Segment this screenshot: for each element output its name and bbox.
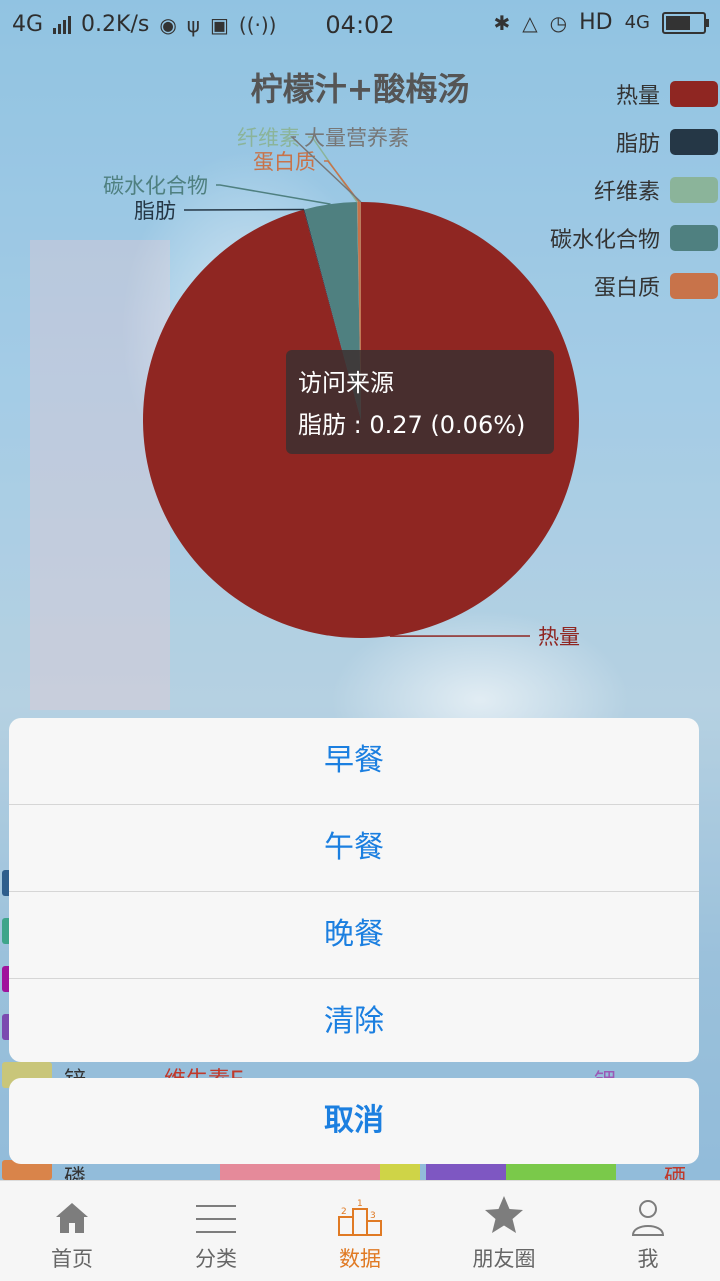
nav-me[interactable]: 我 <box>576 1181 720 1281</box>
star-icon <box>432 1181 576 1237</box>
tooltip-text: 脂肪 : 0.27 (0.06%) <box>298 404 554 446</box>
bg-chart-fragment <box>506 1162 616 1180</box>
legend-swatch <box>670 81 718 107</box>
svg-text:2: 2 <box>341 1207 347 1217</box>
meal-action-sheet: 早餐 午餐 晚餐 清除 <box>9 718 699 1062</box>
legend-item[interactable]: 蛋白质 <box>550 262 718 310</box>
bottom-nav: 首页 分类 1 2 3 数据 朋友圈 我 <box>0 1180 720 1281</box>
pie-label: 碳水化合物 <box>103 174 208 198</box>
legend-label: 热量 <box>616 78 660 110</box>
podium-icon: 1 2 3 <box>288 1181 432 1237</box>
legend-item[interactable]: 碳水化合物 <box>550 214 718 262</box>
clear-option[interactable]: 清除 <box>9 979 699 1062</box>
legend-label: 脂肪 <box>616 126 660 158</box>
bg-chart-fragment <box>380 1164 420 1180</box>
nav-data-label: 数据 <box>288 1243 432 1273</box>
menu-icon <box>144 1181 288 1237</box>
legend-swatch <box>670 129 718 155</box>
pie-label: 纤维素 <box>237 126 300 150</box>
pie-label: 大量营养素 <box>304 126 409 150</box>
person-icon <box>576 1181 720 1237</box>
pie-label: 蛋白质 <box>253 150 316 174</box>
legend-label: 蛋白质 <box>594 270 660 302</box>
nav-moments[interactable]: 朋友圈 <box>432 1181 576 1281</box>
legend-item[interactable]: 热量 <box>550 70 718 118</box>
nav-moments-label: 朋友圈 <box>432 1243 576 1273</box>
nav-category[interactable]: 分类 <box>144 1181 288 1281</box>
pie-label-line <box>216 185 331 204</box>
chart-legend: 热量脂肪纤维素碳水化合物蛋白质 <box>550 70 718 310</box>
nav-me-label: 我 <box>576 1243 720 1273</box>
nav-home[interactable]: 首页 <box>0 1181 144 1281</box>
nav-home-label: 首页 <box>0 1243 144 1273</box>
legend-item[interactable]: 纤维素 <box>550 166 718 214</box>
svg-text:3: 3 <box>370 1211 376 1221</box>
legend-label: 纤维素 <box>594 174 660 206</box>
legend-label: 碳水化合物 <box>550 222 660 254</box>
nav-data[interactable]: 1 2 3 数据 <box>288 1181 432 1281</box>
svg-text:1: 1 <box>357 1199 363 1209</box>
legend-item[interactable]: 脂肪 <box>550 118 718 166</box>
bg-chart-fragment <box>220 1164 380 1180</box>
home-icon <box>0 1181 144 1237</box>
pie-label: 脂肪 <box>134 199 176 223</box>
legend-swatch <box>670 177 718 203</box>
chart-tooltip: 访问来源 脂肪 : 0.27 (0.06%) <box>286 350 554 454</box>
cancel-button[interactable]: 取消 <box>9 1078 699 1164</box>
nav-category-label: 分类 <box>144 1243 288 1273</box>
legend-swatch <box>670 273 718 299</box>
lunch-option[interactable]: 午餐 <box>9 805 699 892</box>
dinner-option[interactable]: 晚餐 <box>9 892 699 979</box>
tooltip-title: 访问来源 <box>298 362 554 404</box>
breakfast-option[interactable]: 早餐 <box>9 718 699 805</box>
pie-label: 热量 <box>538 625 580 649</box>
legend-swatch <box>670 225 718 251</box>
